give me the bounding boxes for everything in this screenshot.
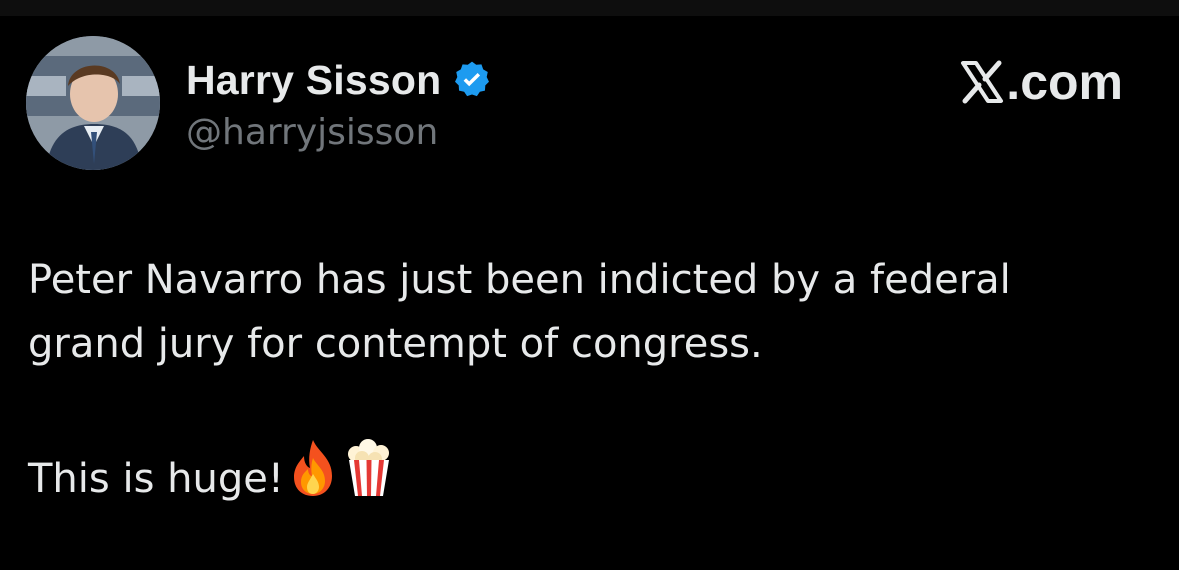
- avatar[interactable]: [26, 36, 160, 170]
- avatar-photo-icon: [26, 36, 160, 170]
- author-handle[interactable]: @harryjsisson: [186, 112, 493, 153]
- popcorn-emoji-icon: [342, 438, 396, 498]
- x-logo-icon: [960, 60, 1004, 104]
- x-com-brand[interactable]: .com: [960, 54, 1123, 110]
- author-names: Harry Sisson @harryjsisson: [186, 54, 493, 153]
- brand-domain-text: .com: [1006, 54, 1123, 110]
- tweet-closing-line: This is huge!: [28, 438, 1158, 511]
- verified-badge-icon: [451, 59, 493, 101]
- top-edge-strip: [0, 0, 1179, 16]
- display-name-row: Harry Sisson: [186, 54, 493, 106]
- tweet-header: Harry Sisson @harryjsisson .com: [26, 36, 1153, 172]
- tweet-text-line: grand jury for contempt of congress.: [28, 321, 763, 367]
- tweet-text-line: Peter Navarro has just been indicted by …: [28, 257, 1011, 303]
- fire-emoji-icon: [286, 438, 340, 498]
- display-name[interactable]: Harry Sisson: [186, 57, 441, 104]
- tweet-body: Peter Navarro has just been indicted by …: [28, 248, 1158, 511]
- closing-text: This is huge!: [28, 456, 284, 502]
